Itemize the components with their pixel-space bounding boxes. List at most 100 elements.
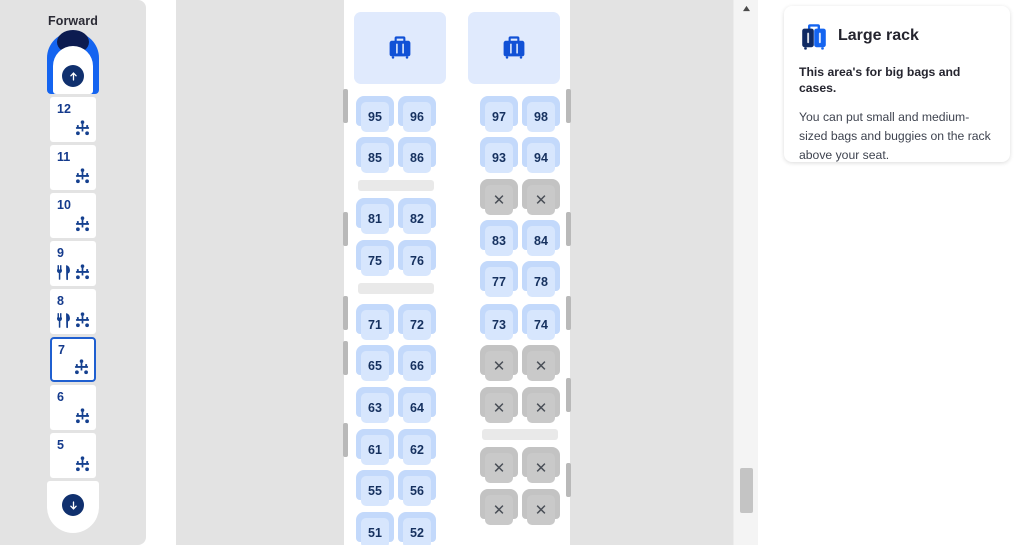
seat-65[interactable]: 65 — [356, 345, 394, 381]
row-button-10[interactable]: 10 — [50, 193, 96, 238]
row-button-number: 5 — [57, 438, 64, 452]
deck-row-sidebar: Forward 12 11 10 9 8 7 6 5 — [0, 0, 146, 545]
row-button-icons — [74, 456, 91, 473]
row-button-6[interactable]: 6 — [50, 385, 96, 430]
chevron-up-icon — [743, 5, 750, 11]
seat-cushion: 64 — [403, 393, 431, 423]
seat-unavailable: ✕ — [480, 179, 518, 215]
seat-cushion: 81 — [361, 204, 389, 234]
row-button-11[interactable]: 11 — [50, 145, 96, 190]
close-icon: ✕ — [534, 357, 548, 375]
exit-door-marker — [343, 423, 348, 457]
seat-78[interactable]: 78 — [522, 261, 560, 297]
seat-cushion: 71 — [361, 310, 389, 340]
row-button-number: 8 — [57, 294, 64, 308]
seat-85[interactable]: 85 — [356, 137, 394, 173]
seat-95[interactable]: 95 — [356, 96, 394, 132]
vertical-scrollbar[interactable] — [733, 0, 758, 545]
row-button-7[interactable]: 7 — [50, 337, 96, 382]
close-icon: ✕ — [492, 191, 506, 209]
seat-63[interactable]: 63 — [356, 387, 394, 423]
row-list: 12 11 10 9 8 7 6 5 — [50, 94, 96, 478]
table-seating-icon — [75, 120, 90, 136]
seat-77[interactable]: 77 — [480, 261, 518, 297]
seat-97[interactable]: 97 — [480, 96, 518, 132]
seat-cushion: ✕ — [485, 495, 513, 525]
luggage-rack[interactable] — [354, 12, 446, 84]
seat-cushion: 86 — [403, 143, 431, 173]
seat-64[interactable]: 64 — [398, 387, 436, 423]
fuselage: 95 96 97 98 85 86 93 94 ✕ ✕ 81 82 83 84 75 76 77 78 71 72 73… — [343, 0, 571, 545]
table-seating-icon — [75, 216, 90, 232]
seat-51[interactable]: 51 — [356, 512, 394, 545]
seat-cushion: 95 — [361, 102, 389, 132]
row-button-5[interactable]: 5 — [50, 433, 96, 478]
seat-cushion: 66 — [403, 351, 431, 381]
row-button-9[interactable]: 9 — [50, 241, 96, 286]
close-icon: ✕ — [492, 399, 506, 417]
row-button-icons — [73, 359, 90, 376]
close-icon: ✕ — [534, 191, 548, 209]
row-button-icons — [74, 408, 91, 425]
seat-86[interactable]: 86 — [398, 137, 436, 173]
seat-cushion: 63 — [361, 393, 389, 423]
info-panel: Large rack This area's for big bags and … — [784, 6, 1010, 162]
seatmap-canvas[interactable]: 95 96 97 98 85 86 93 94 ✕ ✕ 81 82 83 84 75 76 77 78 71 72 73… — [176, 0, 733, 545]
seat-66[interactable]: 66 — [398, 345, 436, 381]
row-button-12[interactable]: 12 — [50, 97, 96, 142]
seat-cushion: 85 — [361, 143, 389, 173]
seat-cushion: ✕ — [485, 393, 513, 423]
seat-unavailable: ✕ — [522, 387, 560, 423]
close-icon: ✕ — [492, 459, 506, 477]
luggage-rack[interactable] — [468, 12, 560, 84]
seat-cushion: ✕ — [485, 453, 513, 483]
table-divider — [358, 180, 434, 191]
seat-81[interactable]: 81 — [356, 198, 394, 234]
seat-84[interactable]: 84 — [522, 220, 560, 256]
scroll-up-button[interactable] — [62, 65, 84, 87]
seat-52[interactable]: 52 — [398, 512, 436, 545]
seat-cushion: 72 — [403, 310, 431, 340]
seat-76[interactable]: 76 — [398, 240, 436, 276]
row-button-number: 9 — [57, 246, 64, 260]
row-button-number: 6 — [57, 390, 64, 404]
exit-door-marker — [343, 296, 348, 330]
seat-74[interactable]: 74 — [522, 304, 560, 340]
table-divider — [358, 283, 434, 294]
seat-73[interactable]: 73 — [480, 304, 518, 340]
seat-72[interactable]: 72 — [398, 304, 436, 340]
seat-cushion: 52 — [403, 518, 431, 545]
table-seating-icon — [75, 264, 90, 280]
seat-unavailable: ✕ — [480, 447, 518, 483]
seat-cushion: 51 — [361, 518, 389, 545]
seat-cushion: 78 — [527, 267, 555, 297]
scroll-down-button[interactable] — [62, 494, 84, 516]
seat-cushion: 73 — [485, 310, 513, 340]
exit-door-marker — [343, 89, 348, 123]
seat-cushion: 61 — [361, 435, 389, 465]
seat-cushion: 77 — [485, 267, 513, 297]
seat-cushion: 82 — [403, 204, 431, 234]
table-divider — [482, 429, 558, 440]
seat-96[interactable]: 96 — [398, 96, 436, 132]
seat-98[interactable]: 98 — [522, 96, 560, 132]
seat-83[interactable]: 83 — [480, 220, 518, 256]
seat-unavailable: ✕ — [480, 345, 518, 381]
seat-71[interactable]: 71 — [356, 304, 394, 340]
seat-cushion: 94 — [527, 143, 555, 173]
row-button-8[interactable]: 8 — [50, 289, 96, 334]
seat-56[interactable]: 56 — [398, 470, 436, 506]
seat-94[interactable]: 94 — [522, 137, 560, 173]
seat-cushion: 96 — [403, 102, 431, 132]
seat-cushion: 83 — [485, 226, 513, 256]
seat-82[interactable]: 82 — [398, 198, 436, 234]
table-seating-icon — [75, 408, 90, 424]
cutlery-icon — [57, 265, 70, 281]
seat-75[interactable]: 75 — [356, 240, 394, 276]
seat-61[interactable]: 61 — [356, 429, 394, 465]
seat-62[interactable]: 62 — [398, 429, 436, 465]
seat-93[interactable]: 93 — [480, 137, 518, 173]
scrollbar-thumb[interactable] — [740, 468, 753, 513]
seat-55[interactable]: 55 — [356, 470, 394, 506]
scrollbar-up-arrow[interactable] — [734, 0, 759, 16]
